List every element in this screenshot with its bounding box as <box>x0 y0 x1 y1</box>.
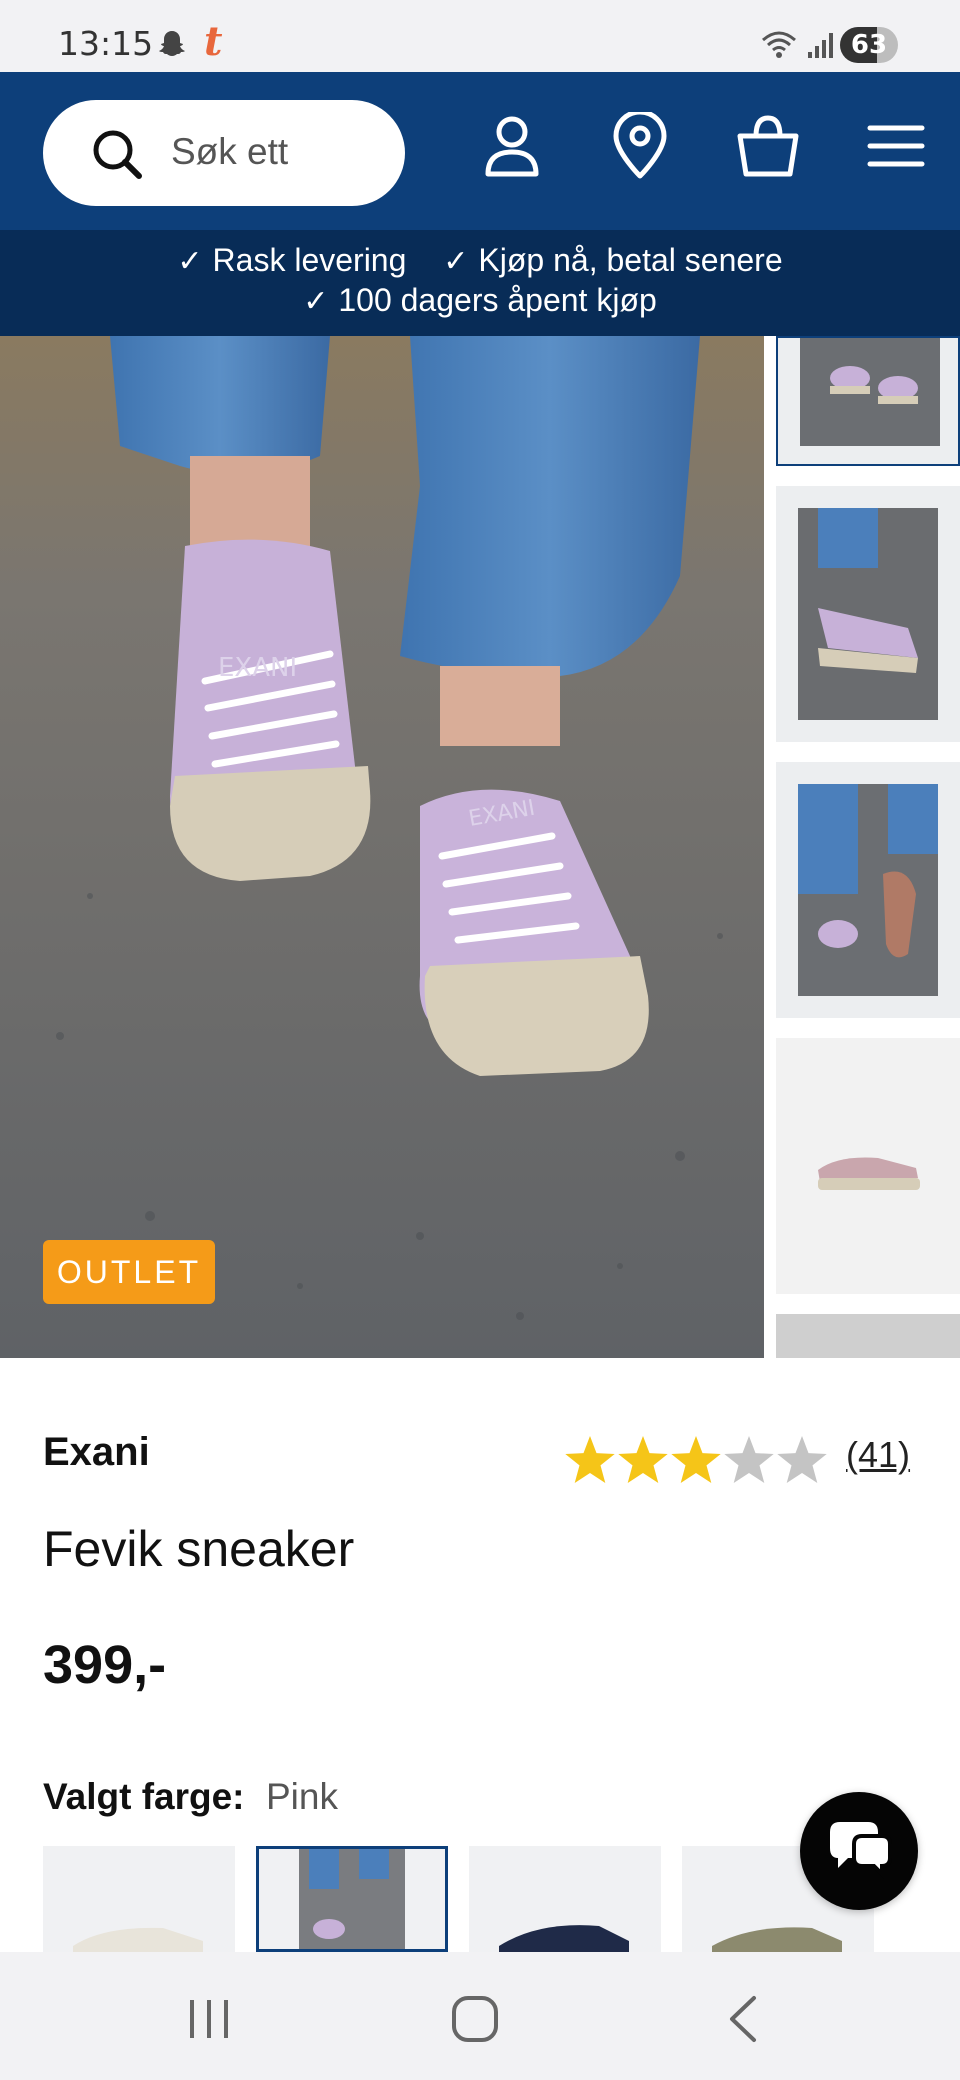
color-swatch-pink[interactable] <box>256 1846 448 1952</box>
usp-bar: ✓ Rask levering ✓ Kjøp nå, betal senere ✓ 1… <box>0 230 960 336</box>
usp-label: 100 dagers åpent kjøp <box>338 282 657 318</box>
swatch-image <box>499 1925 629 1952</box>
product-brand[interactable]: Exani <box>43 1430 150 1475</box>
system-nav-bar <box>0 1952 960 2080</box>
product-price: 399,- <box>43 1635 167 1695</box>
home-icon[interactable] <box>448 1992 502 2046</box>
star-filled-icon <box>671 1436 721 1483</box>
thumbnail-4[interactable] <box>776 1038 960 1294</box>
usp-buy-now-pay-later: ✓ Kjøp nå, betal senere <box>443 242 782 279</box>
chat-icon <box>830 1822 892 1879</box>
product-main-image[interactable]: EXANI EXANI OUTLET <box>0 336 764 1358</box>
snapchat-icon <box>159 31 185 56</box>
selected-color: Pink <box>266 1776 338 1817</box>
thumbnail-1[interactable] <box>776 336 960 466</box>
wifi-icon <box>762 31 796 58</box>
shoe-logo-left: EXANI <box>218 653 297 683</box>
swatch-image <box>73 1927 203 1952</box>
search-input[interactable]: Søk ett <box>43 100 405 206</box>
thumbnail-image <box>798 784 938 996</box>
chat-button[interactable] <box>800 1792 918 1910</box>
cart-icon[interactable] <box>736 112 800 180</box>
product-name: Fevik sneaker <box>43 1521 355 1577</box>
check-icon: ✓ <box>443 245 469 278</box>
store-location-icon[interactable] <box>608 112 672 180</box>
t-app-icon: t <box>204 18 223 65</box>
color-swatch-navy[interactable] <box>469 1846 661 1952</box>
color-label: Valgt farge: <box>43 1776 245 1817</box>
status-bar: 13:15 t 63 <box>0 0 960 72</box>
star-filled-icon <box>618 1436 668 1483</box>
usp-open-purchase: ✓ 100 dagers åpent kjøp <box>303 282 657 319</box>
search-placeholder: Søk ett <box>171 131 289 172</box>
battery-icon: 63 <box>840 27 898 63</box>
status-time: 13:15 <box>58 24 154 63</box>
account-icon[interactable] <box>480 112 544 180</box>
check-icon: ✓ <box>303 285 329 318</box>
battery-percentage: 63 <box>850 30 888 60</box>
back-icon[interactable] <box>718 1992 772 2046</box>
star-empty-icon <box>724 1436 774 1483</box>
color-swatch-white[interactable] <box>43 1846 235 1952</box>
thumbnail-2[interactable] <box>776 486 960 742</box>
thumbnail-image <box>800 338 940 446</box>
thumbnail-image <box>798 1060 938 1272</box>
product-photo: EXANI EXANI <box>0 336 764 1358</box>
outlet-badge: OUTLET <box>43 1240 215 1304</box>
usp-label: Rask levering <box>212 242 407 278</box>
swatch-image <box>299 1849 405 1949</box>
thumbnail-strip <box>776 336 960 1358</box>
recent-apps-icon[interactable] <box>182 1992 236 2046</box>
usp-label: Kjøp nå, betal senere <box>478 242 783 278</box>
thumbnail-image <box>798 508 938 720</box>
thumbnail-3[interactable] <box>776 762 960 1018</box>
thumbnail-5[interactable] <box>776 1314 960 1358</box>
search-icon <box>93 130 142 179</box>
menu-icon[interactable] <box>864 112 928 180</box>
star-empty-icon <box>777 1436 827 1483</box>
signal-icon <box>808 33 833 58</box>
rating-stars[interactable] <box>564 1432 834 1488</box>
check-icon: ✓ <box>177 245 203 278</box>
star-filled-icon <box>565 1436 615 1483</box>
site-header: Søk ett <box>0 72 960 230</box>
usp-fast-delivery: ✓ Rask levering <box>177 242 406 279</box>
rating-count-link[interactable]: (41) <box>846 1434 910 1476</box>
